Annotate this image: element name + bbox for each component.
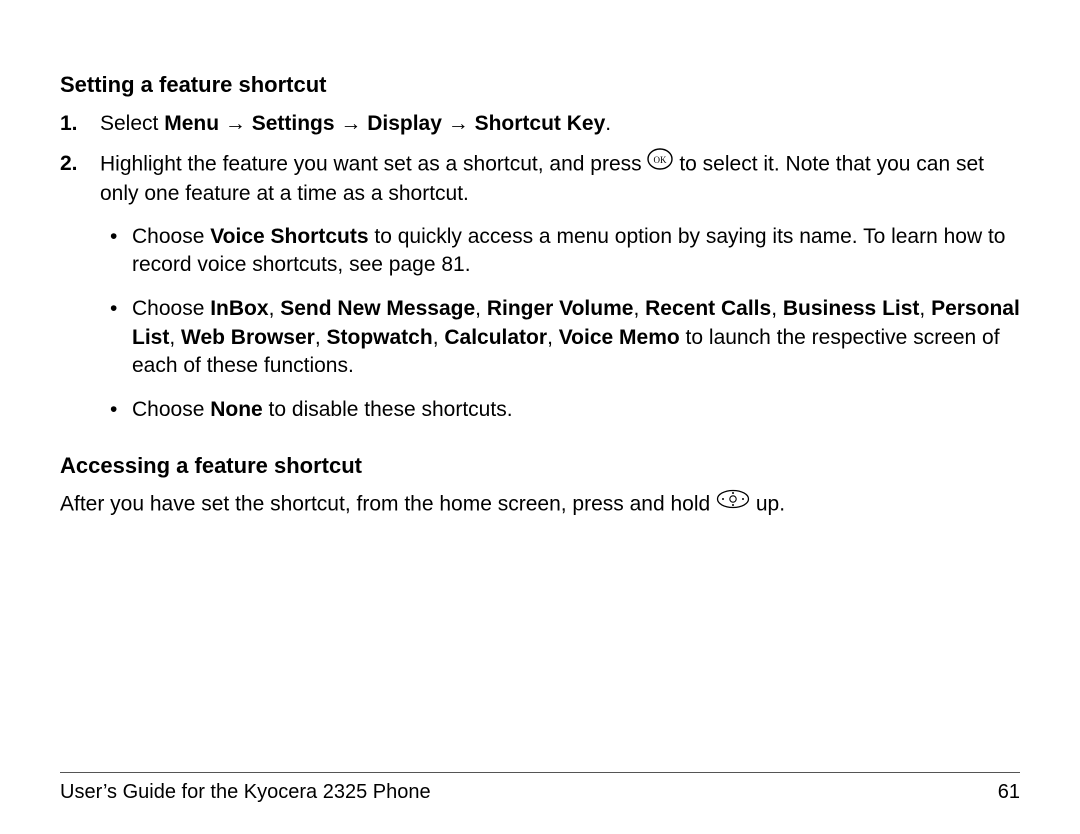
step-2: 2. Highlight the feature you want set as… [60,150,1020,425]
options-list: Choose Voice Shortcuts to quickly access… [100,223,1020,425]
option-recent-calls: Recent Calls [645,297,771,320]
bullet-voice-shortcuts: Choose Voice Shortcuts to quickly access… [100,223,1020,280]
comma: , [771,297,783,320]
option-inbox: InBox [210,297,268,320]
comma: , [169,326,181,349]
footer-title: User’s Guide for the Kyocera 2325 Phone [60,781,431,804]
para-text-a: After you have set the shortcut, from th… [60,493,716,516]
arrow-icon: → [442,112,475,135]
arrow-icon: → [219,112,252,135]
comma: , [633,297,645,320]
svg-text:OK: OK [654,155,667,165]
page-footer: User’s Guide for the Kyocera 2325 Phone … [60,772,1020,804]
document-page: Setting a feature shortcut 1. Select Men… [0,0,1080,834]
step-text: Select [100,112,164,135]
footer-page-number: 61 [998,781,1020,804]
option-voice-shortcuts: Voice Shortcuts [210,225,368,248]
menu-path-shortcut-key: Shortcut Key [475,112,606,135]
comma: , [315,326,327,349]
menu-path-display: Display [367,112,442,135]
step-number: 1. [60,110,78,138]
comma: , [919,297,931,320]
period: . [605,112,611,135]
comma: , [547,326,559,349]
bullet-text: Choose [132,297,210,320]
option-calculator: Calculator [444,326,547,349]
option-ringer-volume: Ringer Volume [487,297,634,320]
step-text-a: Highlight the feature you want set as a … [100,153,647,176]
bullet-text: Choose [132,398,210,421]
menu-path-settings: Settings [252,112,335,135]
option-stopwatch: Stopwatch [327,326,433,349]
step-1: 1. Select Menu → Settings → Display → Sh… [60,110,1020,138]
bullet-feature-list: Choose InBox, Send New Message, Ringer V… [100,295,1020,380]
para-text-b: up. [756,493,785,516]
comma: , [433,326,445,349]
bullet-text-tail: to disable these shortcuts. [263,398,513,421]
step-number: 2. [60,150,78,178]
ok-button-icon: OK [647,148,673,178]
option-voice-memo: Voice Memo [559,326,680,349]
comma: , [269,297,281,320]
steps-list: 1. Select Menu → Settings → Display → Sh… [60,110,1020,425]
bullet-none: Choose None to disable these shortcuts. [100,396,1020,424]
accessing-paragraph: After you have set the shortcut, from th… [60,490,1020,520]
option-none: None [210,398,263,421]
heading-setting-shortcut: Setting a feature shortcut [60,70,1020,100]
navigation-key-icon [716,488,750,518]
option-business-list: Business List [783,297,920,320]
option-send-new-message: Send New Message [280,297,475,320]
comma: , [475,297,487,320]
bullet-text: Choose [132,225,210,248]
menu-path-menu: Menu [164,112,219,135]
option-web-browser: Web Browser [181,326,315,349]
page-content: Setting a feature shortcut 1. Select Men… [60,70,1020,521]
arrow-icon: → [335,112,368,135]
heading-accessing-shortcut: Accessing a feature shortcut [60,451,1020,481]
